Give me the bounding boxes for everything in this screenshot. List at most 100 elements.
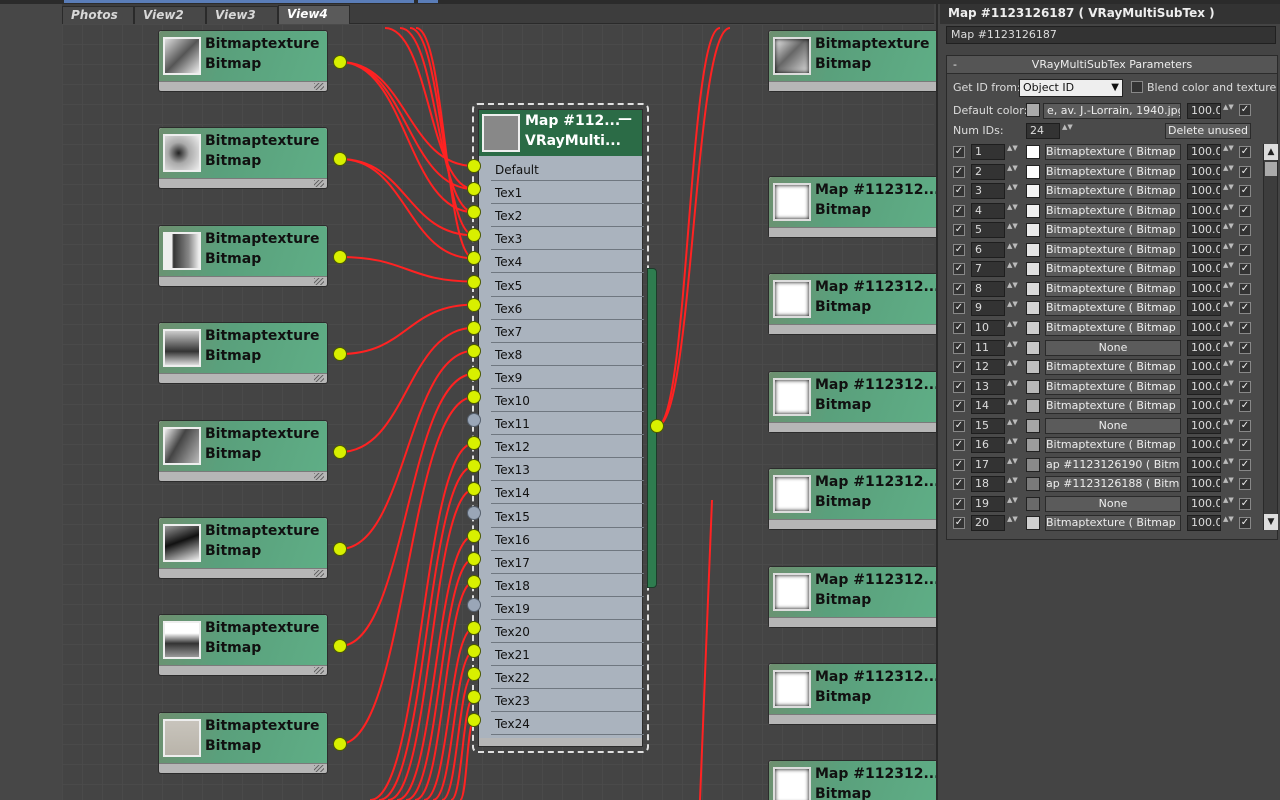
id-amount-spinner[interactable]: ▲▼	[1223, 515, 1234, 531]
id-number-spinner[interactable]: ▲▼	[1007, 437, 1018, 453]
id-texture-checkbox[interactable]: ✓	[1239, 185, 1251, 198]
slot-input-port[interactable]	[467, 574, 481, 589]
id-amount-input[interactable]: 100.0	[1187, 183, 1221, 200]
id-number-input[interactable]: 17	[971, 456, 1005, 473]
id-texture-checkbox[interactable]: ✓	[1239, 439, 1251, 452]
id-amount-spinner[interactable]: ▲▼	[1223, 203, 1234, 219]
id-amount-spinner[interactable]: ▲▼	[1223, 359, 1234, 375]
id-number-spinner[interactable]: ▲▼	[1007, 476, 1018, 492]
resize-grip-icon[interactable]	[314, 667, 324, 674]
id-number-input[interactable]: 4	[971, 202, 1005, 219]
id-number-input[interactable]: 20	[971, 515, 1005, 532]
resize-grip-icon[interactable]	[314, 83, 324, 90]
id-number-input[interactable]: 6	[971, 241, 1005, 258]
id-enable-checkbox[interactable]: ✓	[953, 380, 965, 393]
default-texture-button[interactable]: e, av. J.-Lorrain, 1940.jpg)	[1043, 103, 1181, 119]
id-texture-checkbox[interactable]: ✓	[1239, 478, 1251, 491]
id-texture-button[interactable]: Bitmaptexture ( Bitmap )	[1045, 437, 1181, 454]
id-color-swatch[interactable]	[1026, 360, 1040, 375]
right-map-node[interactable]: Map #112312... Bitmap	[768, 176, 939, 238]
id-amount-spinner[interactable]: ▲▼	[1223, 320, 1234, 336]
slot-input-port[interactable]	[467, 621, 481, 635]
id-color-swatch[interactable]	[1026, 399, 1040, 414]
id-color-swatch[interactable]	[1026, 418, 1040, 433]
slot-input-port[interactable]	[467, 366, 481, 381]
id-amount-input[interactable]: 100.0	[1187, 280, 1221, 297]
id-texture-button[interactable]: Bitmaptexture ( Bitmap )	[1045, 280, 1181, 297]
slot-input-port[interactable]	[467, 413, 481, 428]
rollout-toggle-icon[interactable]: -	[953, 56, 957, 73]
id-color-swatch[interactable]	[1026, 457, 1040, 472]
id-number-spinner[interactable]: ▲▼	[1007, 183, 1018, 199]
id-texture-checkbox[interactable]: ✓	[1239, 282, 1251, 295]
id-texture-button[interactable]: Bitmaptexture ( Bitmap )	[1045, 398, 1181, 415]
bitmap-output-port[interactable]	[333, 639, 347, 653]
id-color-swatch[interactable]	[1026, 262, 1040, 277]
id-number-spinner[interactable]: ▲▼	[1007, 359, 1018, 375]
bitmap-node[interactable]: Bitmaptexture Bitmap	[158, 712, 328, 774]
id-amount-input[interactable]: 100.0	[1187, 202, 1221, 219]
slot-tex2[interactable]: Tex2	[491, 205, 644, 228]
id-texture-button[interactable]: Bitmaptexture ( Bitmap )	[1045, 202, 1181, 219]
id-enable-checkbox[interactable]: ✓	[953, 517, 965, 530]
slot-tex19[interactable]: Tex19	[491, 598, 644, 620]
right-node-header[interactable]: Map #112312... Bitmap	[769, 664, 939, 714]
id-enable-checkbox[interactable]: ✓	[953, 439, 965, 452]
bitmap-node[interactable]: Bitmaptexture Bitmap	[158, 614, 328, 676]
id-number-spinner[interactable]: ▲▼	[1007, 515, 1018, 531]
id-texture-checkbox[interactable]: ✓	[1239, 400, 1251, 413]
id-enable-checkbox[interactable]: ✓	[953, 165, 965, 178]
id-texture-button[interactable]: Bitmaptexture ( Bitmap )	[1045, 144, 1181, 160]
resize-grip-icon[interactable]	[314, 765, 324, 772]
id-number-input[interactable]: 19	[971, 495, 1005, 512]
id-number-spinner[interactable]: ▲▼	[1007, 261, 1018, 277]
bitmap-node-header[interactable]: Bitmaptexture Bitmap	[159, 226, 327, 276]
id-texture-button[interactable]: ap #1123126190 ( Bitmap )	[1045, 456, 1181, 473]
id-number-input[interactable]: 2	[971, 163, 1005, 180]
right-map-node[interactable]: Map #112312... Bitmap	[768, 371, 939, 433]
slot-input-port[interactable]	[467, 320, 481, 335]
id-number-input[interactable]: 16	[971, 437, 1005, 454]
id-texture-button[interactable]: Bitmaptexture ( Bitmap )	[1045, 300, 1181, 317]
slot-input-port[interactable]	[467, 274, 481, 289]
id-amount-spinner[interactable]: ▲▼	[1223, 476, 1234, 492]
id-texture-button[interactable]: ap #1123126188 ( Bitmap )	[1045, 476, 1181, 493]
id-color-swatch[interactable]	[1026, 203, 1040, 218]
right-node-header[interactable]: Map #112312... Bitmap	[769, 177, 939, 227]
id-texture-checkbox[interactable]: ✓	[1239, 263, 1251, 276]
id-color-swatch[interactable]	[1026, 320, 1040, 335]
multi-output-port[interactable]	[650, 419, 664, 433]
id-enable-checkbox[interactable]: ✓	[953, 282, 965, 295]
id-amount-input[interactable]: 100.0	[1187, 339, 1221, 356]
id-enable-checkbox[interactable]: ✓	[953, 302, 965, 315]
id-texture-checkbox[interactable]: ✓	[1239, 497, 1251, 510]
bitmap-output-port[interactable]	[333, 152, 347, 166]
bitmap-node[interactable]: Bitmaptexture Bitmap	[158, 322, 328, 384]
default-amount-input[interactable]: 100.0	[1187, 103, 1221, 119]
id-number-spinner[interactable]: ▲▼	[1007, 340, 1018, 356]
id-amount-spinner[interactable]: ▲▼	[1223, 398, 1234, 414]
multi-node-header[interactable]: Map #112... VRayMulti... —	[479, 110, 642, 156]
right-node-header[interactable]: Map #112312... Bitmap	[769, 567, 939, 617]
id-number-spinner[interactable]: ▲▼	[1007, 418, 1018, 434]
slot-tex18[interactable]: Tex18	[491, 575, 644, 597]
id-number-input[interactable]: 9	[971, 300, 1005, 317]
bitmap-output-port[interactable]	[333, 542, 347, 556]
id-texture-button[interactable]: Bitmaptexture ( Bitmap )	[1045, 378, 1181, 395]
id-number-input[interactable]: 14	[971, 398, 1005, 415]
id-amount-spinner[interactable]: ▲▼	[1223, 261, 1234, 277]
slot-tex20[interactable]: Tex20	[491, 621, 644, 643]
bitmap-node-header[interactable]: Bitmaptexture Bitmap	[159, 615, 327, 665]
id-amount-input[interactable]: 100.0	[1187, 476, 1221, 493]
id-number-spinner[interactable]: ▲▼	[1007, 164, 1018, 180]
slot-tex8[interactable]: Tex8	[491, 344, 644, 366]
bitmap-output-port[interactable]	[333, 250, 347, 264]
id-texture-checkbox[interactable]: ✓	[1239, 243, 1251, 256]
id-amount-input[interactable]: 100.0	[1187, 378, 1221, 395]
id-texture-checkbox[interactable]: ✓	[1239, 165, 1251, 178]
id-color-swatch[interactable]	[1026, 340, 1040, 355]
id-number-input[interactable]: 13	[971, 378, 1005, 395]
delete-unused-button[interactable]: Delete unused	[1165, 123, 1251, 139]
slot-tex21[interactable]: Tex21	[491, 644, 644, 667]
id-texture-checkbox[interactable]: ✓	[1239, 361, 1251, 374]
